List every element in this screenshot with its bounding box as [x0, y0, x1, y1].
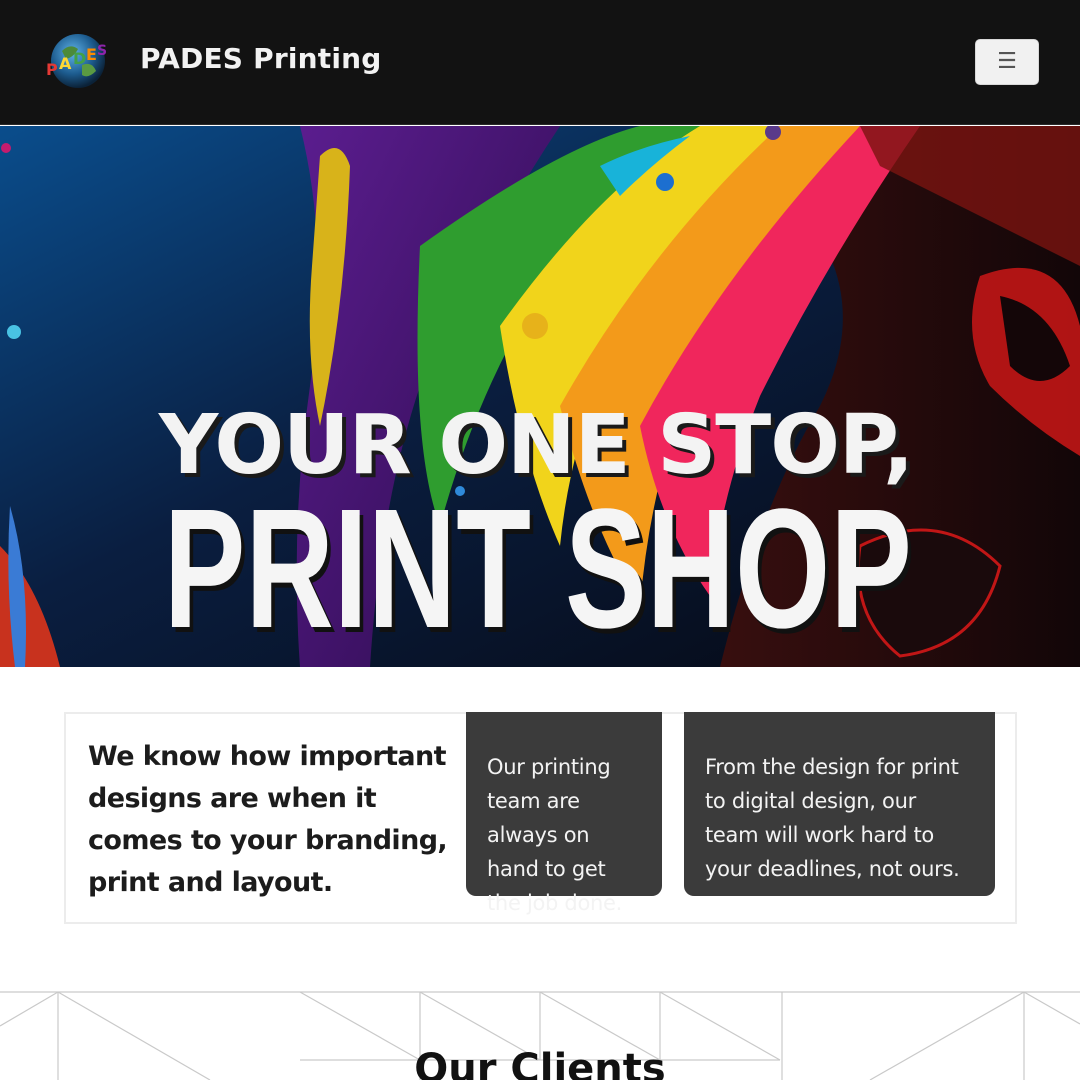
clients-heading: Our Clients [414, 1046, 666, 1080]
brand-name[interactable]: PADES Printing [140, 42, 382, 75]
navbar-toggler-button[interactable]: ☰ [975, 39, 1039, 85]
feature-card-text: Our printing team are always on hand to … [487, 755, 623, 915]
hero-banner: YOUR ONE STOP, PRINT SHOP [0, 126, 1080, 667]
svg-text:S: S [97, 43, 107, 59]
hamburger-menu-icon: ☰ [997, 49, 1017, 74]
features-section: We know how important designs are when i… [64, 712, 1017, 924]
navbar: P A D E S PADES Printing ☰ [0, 0, 1080, 125]
clients-section: Our Clients [0, 990, 1080, 1080]
svg-text:E: E [86, 45, 97, 64]
svg-text:P: P [46, 60, 58, 79]
svg-text:A: A [59, 54, 72, 73]
feature-card-design: From the design for print to digital des… [684, 712, 995, 896]
feature-card-team: Our printing team are always on hand to … [466, 712, 662, 915]
globe-logo-icon[interactable]: P A D E S [44, 31, 112, 91]
feature-card-text: From the design for print to digital des… [705, 755, 960, 881]
hero-headline-line2: PRINT SHOP [163, 474, 912, 664]
svg-text:D: D [73, 49, 86, 68]
intro-text: We know how important designs are when i… [88, 741, 448, 898]
